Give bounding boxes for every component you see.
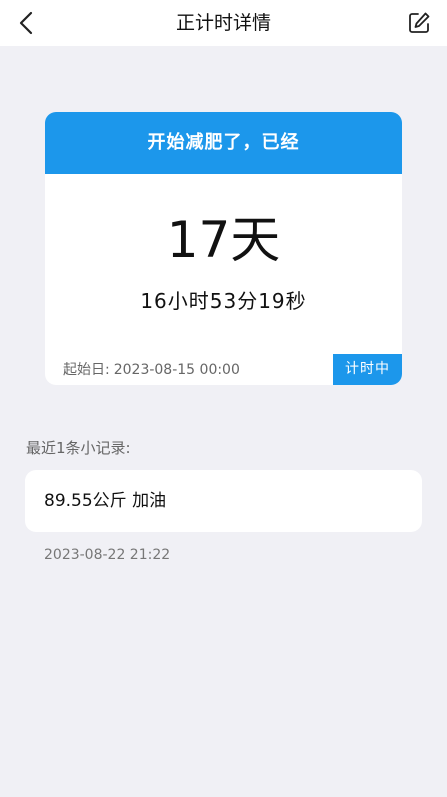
elapsed-hms: 16小时53分19秒	[140, 289, 307, 313]
status-badge: 计时中	[333, 354, 402, 385]
edit-icon	[409, 12, 430, 33]
records-label: 最近1条小记录:	[26, 439, 131, 457]
record-text: 89.55公斤 加油	[44, 491, 167, 511]
start-date-label: 起始日:	[63, 362, 110, 378]
top-bar: 正计时详情	[0, 0, 447, 46]
start-date-row: 起始日: 2023-08-15 00:00	[63, 360, 240, 380]
timer-card: 开始减肥了，已经 17天 16小时53分19秒 起始日: 2023-08-15 0…	[45, 112, 402, 385]
start-date-value: 2023-08-15 00:00	[113, 362, 240, 378]
elapsed-days: 17天	[166, 211, 281, 269]
timer-heading: 开始减肥了，已经	[45, 112, 402, 174]
page-title: 正计时详情	[175, 12, 271, 34]
record-item[interactable]: 89.55公斤 加油	[25, 470, 422, 532]
edit-button[interactable]	[403, 7, 435, 39]
record-timestamp: 2023-08-22 21:22	[44, 547, 171, 563]
